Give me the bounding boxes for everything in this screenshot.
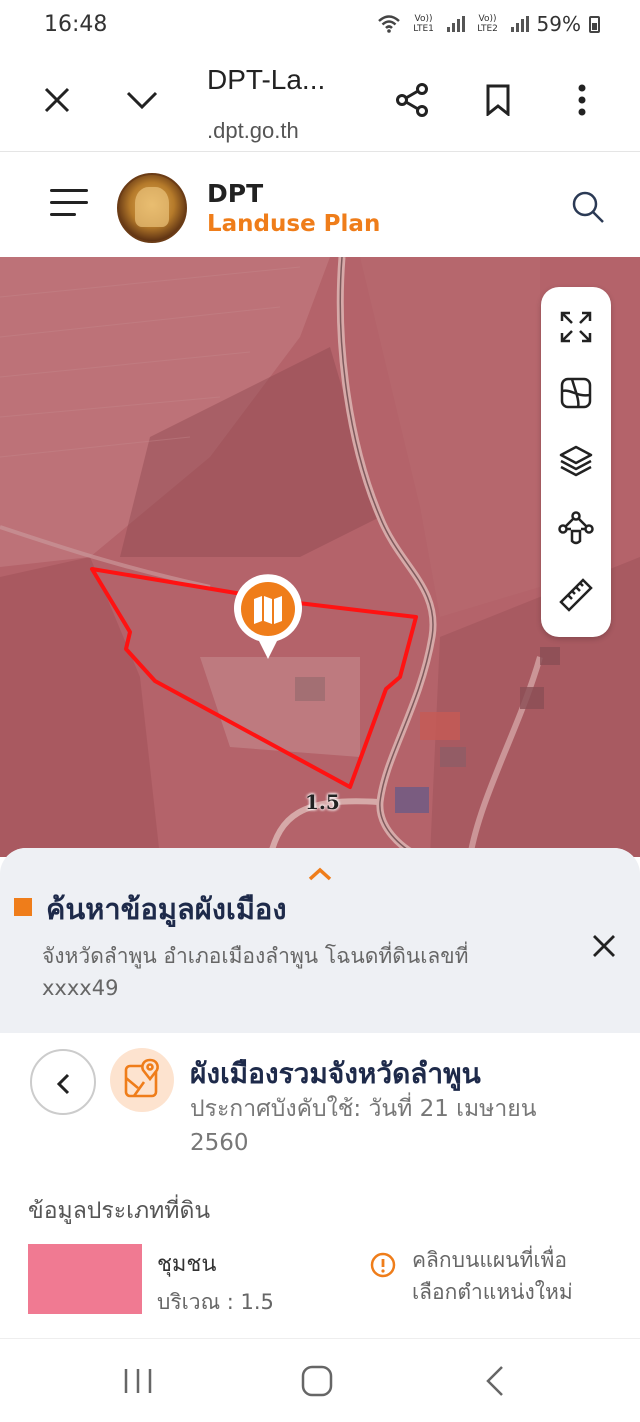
draw-polygon-button[interactable]: [558, 511, 594, 547]
plan-enforcement-date: ประกาศบังคับใช้: วันที่ 21 เมษายน 2560: [190, 1096, 537, 1156]
recent-apps-icon: [124, 1369, 152, 1393]
plan-title: ผังเมืองรวมจังหวัดลำพูน: [190, 1057, 481, 1090]
layers-button[interactable]: [558, 443, 594, 479]
close-icon: [44, 87, 70, 113]
search-location-text: จังหวัดลำพูน อำเภอเมืองลำพูน โฉนดที่ดินเ…: [42, 944, 469, 1000]
browser-toolbar: DPT-La... .dpt.go.th: [0, 52, 640, 152]
chevron-down-icon: [126, 91, 158, 110]
title-marker: [14, 898, 32, 916]
system-navigation-bar: [0, 1338, 640, 1422]
zone-label: 1.5: [305, 790, 340, 814]
layers-icon: [559, 445, 593, 477]
bookmark-button[interactable]: [474, 76, 522, 124]
close-tab-button[interactable]: [33, 76, 81, 124]
draw-polygon-icon: [558, 511, 594, 545]
map-view[interactable]: 1.5: [0, 257, 640, 857]
expand-sheet-button[interactable]: [308, 866, 332, 881]
chevron-up-icon: [308, 867, 332, 881]
plan-icon-badge: [110, 1048, 174, 1112]
landtype-heading: ข้อมูลประเภทที่ดิน: [28, 1198, 211, 1224]
close-icon: [593, 935, 615, 957]
search-button[interactable]: [570, 189, 610, 229]
home-button[interactable]: [297, 1361, 337, 1401]
home-icon: [301, 1365, 333, 1397]
share-icon: [396, 83, 428, 117]
minimize-button[interactable]: [118, 76, 166, 124]
back-nav-button[interactable]: [476, 1361, 516, 1401]
map-hint-text: คลิกบนแผนที่เพื่อเลือกตำแหน่งใหม่: [412, 1248, 573, 1304]
menu-button[interactable]: [50, 189, 88, 221]
map-marker-icon: [234, 574, 302, 659]
map-toolbar: [541, 287, 611, 637]
more-options-button[interactable]: [558, 76, 606, 124]
bookmark-icon: [486, 84, 510, 116]
zone-color-swatch: [28, 1244, 142, 1314]
brand-name: DPT: [207, 179, 264, 208]
ruler-button[interactable]: [558, 577, 594, 613]
status-time: 16:48: [44, 12, 108, 37]
info-icon: [370, 1252, 396, 1278]
share-button[interactable]: [388, 76, 436, 124]
back-icon: [486, 1366, 503, 1396]
info-sheet: ค้นหาข้อมูลผังเมือง จังหวัดลำพูน อำเภอเม…: [0, 848, 640, 1338]
recent-apps-button[interactable]: [118, 1361, 158, 1401]
chevron-left-icon: [56, 1073, 70, 1095]
close-sheet-button[interactable]: [590, 932, 618, 960]
back-button[interactable]: [30, 1049, 96, 1115]
brand-subtitle: Landuse Plan: [207, 211, 381, 237]
page-title: DPT-La...: [207, 64, 326, 95]
fullscreen-icon: [560, 311, 592, 343]
search-icon: [572, 191, 604, 223]
basemap-button[interactable]: [558, 375, 594, 411]
battery-percent: 59%: [536, 12, 581, 36]
dpt-logo: [117, 173, 187, 243]
zone-name: ชุมชน: [157, 1252, 217, 1277]
basemap-icon: [560, 377, 592, 409]
location-pin[interactable]: [232, 573, 304, 659]
site-header: DPT Landuse Plan: [0, 153, 640, 257]
status-indicators: Vo)) LTE1 Vo)) LTE2 59%: [377, 12, 600, 36]
map-pin-icon: [124, 1058, 159, 1098]
sim2-label: Vo)) LTE2: [477, 14, 498, 34]
wifi-icon: [377, 15, 400, 33]
sim1-label: Vo)) LTE1: [413, 14, 434, 34]
sheet-title: ค้นหาข้อมูลผังเมือง: [46, 892, 287, 926]
zone-area: บริเวณ : 1.5: [157, 1290, 274, 1314]
more-vertical-icon: [578, 84, 586, 116]
signal-icon: [446, 16, 465, 32]
hamburger-icon: [50, 189, 88, 192]
page-url[interactable]: .dpt.go.th: [207, 118, 299, 144]
battery-icon: [589, 15, 600, 33]
ruler-icon: [559, 578, 593, 612]
status-bar: 16:48 Vo)) LTE1 Vo)) LTE2 59%: [0, 0, 640, 52]
fullscreen-button[interactable]: [558, 309, 594, 345]
signal-icon: [510, 16, 529, 32]
sheet-header: ค้นหาข้อมูลผังเมือง จังหวัดลำพูน อำเภอเม…: [0, 848, 640, 1033]
